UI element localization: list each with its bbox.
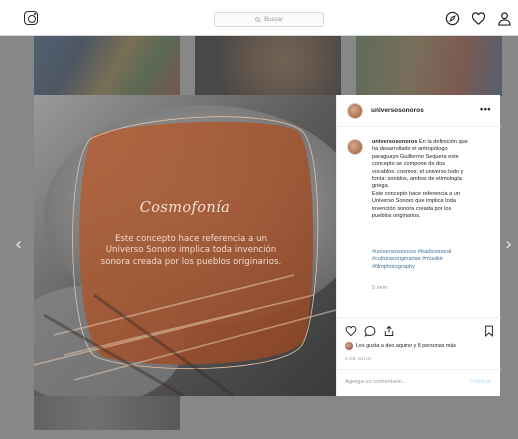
post-header: universosonoros ••• xyxy=(337,95,501,127)
profile-icon[interactable] xyxy=(497,11,512,26)
top-navigation: Buscar xyxy=(0,0,518,36)
search-placeholder: Buscar xyxy=(264,16,283,23)
caption-line: paraguayo Guillermo Sequera este xyxy=(372,153,459,160)
caption-line: fonía: sonidos, ambos de etimología xyxy=(372,176,462,183)
caption-line: invención sonora creada por los xyxy=(372,205,452,212)
post-image: Cosmofonía Este concepto hace referencia… xyxy=(34,95,336,396)
post-actions: Les gusta a deo.aquino y 8 personas más … xyxy=(337,317,501,372)
likes-summary[interactable]: Les gusta a deo.aquino y 8 personas más xyxy=(345,342,456,350)
hashtags: #universosonoros #tradicionoral #cultura… xyxy=(372,249,494,271)
bookmark-icon[interactable] xyxy=(483,325,495,337)
caption-username[interactable]: universosonoros xyxy=(372,139,417,145)
share-icon[interactable] xyxy=(383,325,395,337)
compass-icon[interactable] xyxy=(445,11,460,26)
caption-avatar[interactable] xyxy=(347,139,363,155)
publish-button[interactable]: Publicar xyxy=(470,379,491,385)
search-icon xyxy=(255,16,261,23)
hashtag-link[interactable]: #culturasoriginarias #musiké xyxy=(372,256,443,262)
comment-bar: Agrega un comentario... Publicar xyxy=(337,369,501,396)
comment-icon[interactable] xyxy=(364,325,376,337)
hashtag-link[interactable]: #universosonoros #tradicionoral xyxy=(372,249,451,255)
caption-line: griega. xyxy=(372,183,390,190)
caption-line: pueblos originarios. xyxy=(372,213,421,220)
avatar[interactable] xyxy=(347,103,363,119)
post-date: 4 DE JULIO xyxy=(345,356,372,361)
post-modal: Cosmofonía Este concepto hace referencia… xyxy=(34,95,501,396)
artwork-text: Este concepto hace referencia a un Unive… xyxy=(100,234,282,267)
hashtag-link[interactable]: #filmphotography xyxy=(372,264,415,270)
likes-text: Les gusta a deo.aquino y 8 personas más xyxy=(356,343,457,349)
caption-line: Universo Sonoro que implica toda xyxy=(372,198,456,205)
post-sidebar: universosonoros ••• universosonoros En l… xyxy=(336,95,501,396)
comment-input[interactable]: Agrega un comentario... xyxy=(345,379,407,385)
caption-line: concepto se compone de dos xyxy=(372,161,446,168)
search-input[interactable]: Buscar xyxy=(214,12,324,27)
previous-arrow-icon[interactable]: ‹ xyxy=(15,234,22,255)
artwork-title: Cosmofonía xyxy=(139,200,231,216)
time-ago: 5 sem xyxy=(372,285,388,291)
caption-line: Este concepto hace referencia a un xyxy=(372,190,461,197)
post-username[interactable]: universosonoros xyxy=(371,107,424,114)
caption-line: ha desarrollado el antropólogo xyxy=(372,146,448,153)
caption-line: En la definición que xyxy=(418,139,468,145)
next-arrow-icon[interactable]: › xyxy=(505,234,512,255)
like-icon[interactable] xyxy=(345,325,357,337)
heart-icon[interactable] xyxy=(471,11,486,26)
more-icon[interactable]: ••• xyxy=(480,104,491,114)
post-caption: universosonoros En la definición que ha … xyxy=(372,139,494,220)
liker-avatar xyxy=(345,342,353,350)
caption-line: vocablos: cosmos: el universo todo y xyxy=(372,168,464,175)
instagram-logo-icon[interactable] xyxy=(24,11,38,25)
